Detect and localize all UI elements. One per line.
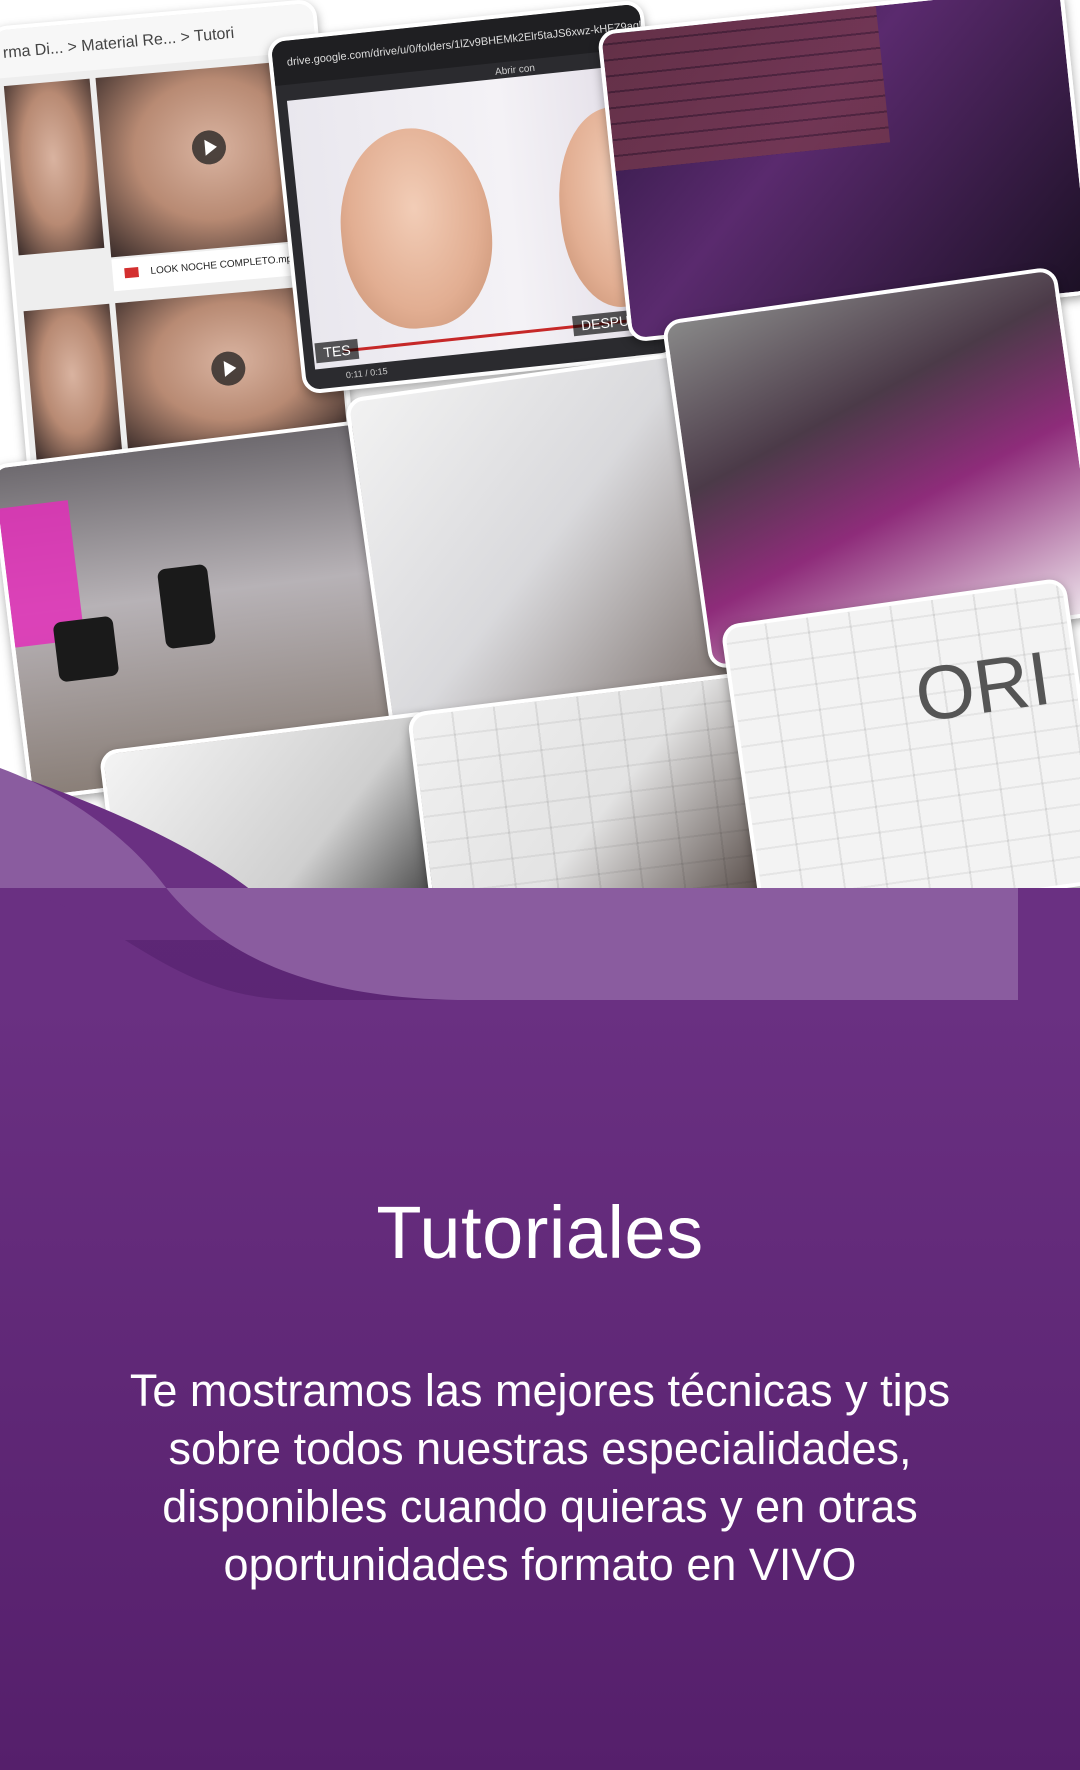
backdrop-pattern bbox=[724, 581, 1080, 890]
video-file-name: LOOK NOCHE COMPLETO.mp4 bbox=[150, 253, 299, 277]
page-description: Te mostramos las mejores técnicas y tips… bbox=[129, 1365, 951, 1590]
video-time: 0:11 / 0:15 bbox=[345, 365, 389, 381]
wave-dark-corner bbox=[0, 888, 300, 1000]
brick-wall bbox=[601, 6, 891, 172]
makeup-thumbnail bbox=[3, 78, 105, 256]
salon-chair bbox=[156, 563, 217, 650]
makeup-thumbnail bbox=[23, 303, 123, 461]
event-sign: ORI bbox=[910, 635, 1056, 739]
tutorials-screen: rma Di... > Material Re... > Tutori LOOK… bbox=[0, 0, 1080, 1770]
tutorials-collage-image: rma Di... > Material Re... > Tutori LOOK… bbox=[0, 0, 1080, 890]
video-file-icon bbox=[124, 267, 140, 279]
face-before bbox=[330, 120, 501, 336]
collage-tile-event: ORI bbox=[720, 577, 1080, 890]
wave-right-edge bbox=[1018, 888, 1080, 1000]
page-title: Tutoriales bbox=[376, 1191, 704, 1274]
salon-chair bbox=[52, 615, 120, 683]
